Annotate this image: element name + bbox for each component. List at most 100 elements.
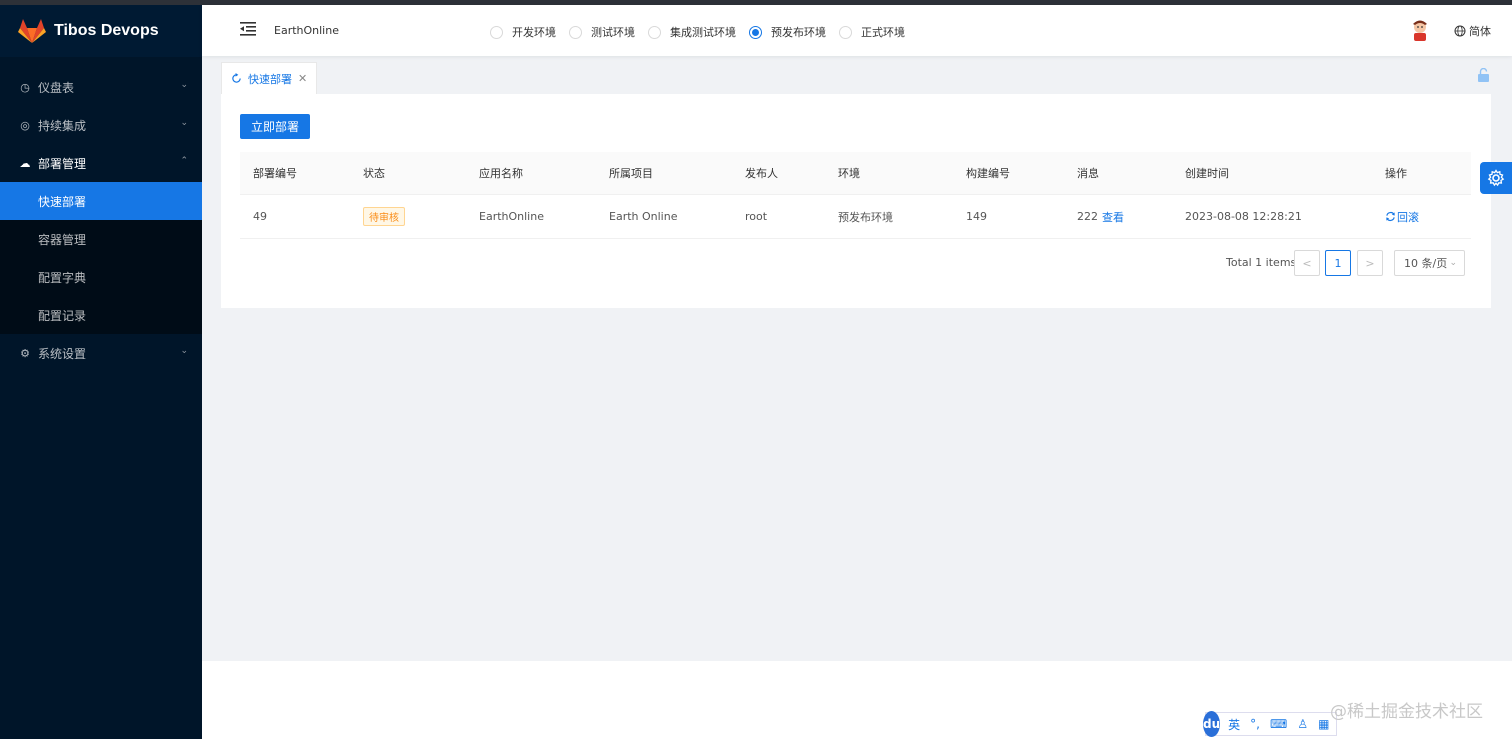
ime-lang[interactable]: 英 — [1228, 716, 1240, 733]
sidebar-item-label: 持续集成 — [38, 118, 87, 133]
radio-icon — [648, 25, 661, 39]
user-icon[interactable]: ♙ — [1297, 717, 1308, 731]
env-label: 集成测试环境 — [670, 26, 736, 39]
column-header-action: 操作 — [1385, 167, 1407, 180]
env-option-dev[interactable]: 开发环境 — [490, 24, 556, 40]
ci-icon: ◎ — [20, 118, 30, 132]
pagination-total: Total 1 items — [1226, 256, 1297, 269]
column-header-build: 构建编号 — [966, 167, 1010, 180]
settings-drawer-button[interactable] — [1480, 162, 1512, 194]
cell-status: 待审核 — [363, 195, 405, 238]
sidebar-item-label: 部署管理 — [38, 156, 87, 171]
radio-icon — [569, 25, 582, 39]
column-header-project: 所属项目 — [609, 167, 653, 180]
sidebar-item-config-dict[interactable]: 配置字典 — [0, 258, 202, 296]
language-label: 简体 — [1469, 25, 1491, 38]
dashboard-icon: ◷ — [20, 80, 30, 94]
ime-toolbar[interactable]: du 英 °, ⌨ ♙ ▦ — [1203, 711, 1337, 737]
table-header: 部署编号 状态 应用名称 所属项目 发布人 环境 构建编号 消息 创建时间 操作 — [240, 152, 1471, 195]
env-label: 测试环境 — [591, 26, 635, 39]
top-header: EarthOnline 开发环境 测试环境 集成测试环境 预发布环境 正式环境 — [202, 5, 1512, 56]
punctuation-icon[interactable]: °, — [1250, 717, 1260, 731]
gear-icon: ⚙ — [20, 346, 30, 360]
sidebar-item-label: 仪盘表 — [38, 80, 75, 95]
env-label: 正式环境 — [861, 26, 905, 39]
deploy-submenu: 快速部署 容器管理 配置字典 配置记录 — [0, 182, 202, 334]
page-button-current[interactable]: 1 — [1325, 250, 1351, 276]
env-label: 预发布环境 — [771, 26, 826, 39]
sync-icon — [1386, 211, 1395, 222]
watermark: @稀土掘金技术社区 — [1330, 702, 1483, 722]
rollback-button[interactable]: 回滚 — [1385, 209, 1419, 225]
reload-icon — [232, 73, 241, 83]
message-text: 222 — [1077, 210, 1098, 223]
keyboard-icon[interactable]: ⌨ — [1270, 717, 1287, 731]
column-header-app: 应用名称 — [479, 167, 523, 180]
view-message-link[interactable]: 查看 — [1102, 209, 1124, 225]
sidebar: Tibos Devops ◷ 仪盘表 ⌄ ◎ 持续集成 ⌄ ☁ 部署管理 ⌃ 快… — [0, 5, 202, 739]
deploy-table: 部署编号 状态 应用名称 所属项目 发布人 环境 构建编号 消息 创建时间 操作… — [240, 152, 1471, 239]
cell-project: Earth Online — [609, 210, 678, 223]
chevron-down-icon: ⌄ — [180, 80, 188, 90]
chevron-right-icon: > — [1365, 256, 1375, 270]
chevron-down-icon: ⌄ — [180, 346, 188, 356]
sidebar-item-settings[interactable]: ⚙ 系统设置 ⌄ — [0, 334, 202, 372]
env-option-test[interactable]: 测试环境 — [569, 24, 635, 40]
sidebar-item-config-records[interactable]: 配置记录 — [0, 296, 202, 334]
sidebar-item-deploy[interactable]: ☁ 部署管理 ⌃ — [0, 144, 202, 182]
sidebar-item-label: 系统设置 — [38, 346, 87, 361]
cell-message: 222 查看 — [1077, 195, 1124, 238]
chevron-down-icon: ⌄ — [1449, 258, 1457, 268]
env-option-production[interactable]: 正式环境 — [839, 24, 905, 40]
chevron-left-icon: < — [1302, 256, 1312, 270]
unlock-icon[interactable] — [1477, 68, 1490, 82]
table-row: 49 待审核 EarthOnline Earth Online root 预发布… — [240, 195, 1471, 239]
cell-build: 149 — [966, 210, 987, 223]
prev-page-button[interactable]: < — [1294, 250, 1320, 276]
radio-icon — [490, 25, 503, 39]
next-page-button[interactable]: > — [1357, 250, 1383, 276]
column-header-id: 部署编号 — [253, 167, 297, 180]
menu-fold-icon[interactable] — [240, 22, 256, 36]
project-name: EarthOnline — [274, 24, 339, 37]
sidebar-menu: ◷ 仪盘表 ⌄ ◎ 持续集成 ⌄ ☁ 部署管理 ⌃ 快速部署 容器管理 配置字典… — [0, 68, 202, 372]
column-header-status: 状态 — [363, 167, 385, 180]
cell-app: EarthOnline — [479, 210, 544, 223]
env-label: 开发环境 — [512, 26, 556, 39]
language-switch[interactable]: 简体 — [1454, 23, 1491, 39]
radio-icon — [839, 25, 852, 39]
env-option-integration[interactable]: 集成测试环境 — [648, 24, 736, 40]
column-header-publisher: 发布人 — [745, 167, 778, 180]
rollback-label: 回滚 — [1397, 210, 1419, 224]
env-radio-group: 开发环境 测试环境 集成测试环境 预发布环境 正式环境 — [490, 24, 918, 40]
sidebar-item-ci[interactable]: ◎ 持续集成 ⌄ — [0, 106, 202, 144]
column-header-created: 创建时间 — [1185, 167, 1229, 180]
sidebar-item-containers[interactable]: 容器管理 — [0, 220, 202, 258]
cell-env: 预发布环境 — [838, 210, 893, 224]
page-size-value: 10 条/页 — [1404, 257, 1448, 270]
deploy-now-button[interactable]: 立即部署 — [240, 114, 310, 139]
cell-action: 回滚 — [1385, 195, 1419, 238]
cloud-icon: ☁ — [19, 156, 31, 170]
content-card: 立即部署 部署编号 状态 应用名称 所属项目 发布人 环境 构建编号 消息 创建… — [221, 94, 1491, 308]
pagination: Total 1 items < 1 > 10 条/页 ⌄ — [221, 250, 1491, 276]
status-badge: 待审核 — [363, 207, 405, 226]
logo[interactable]: Tibos Devops — [0, 5, 202, 57]
tab-label: 快速部署 — [248, 72, 292, 86]
radio-checked-icon — [749, 25, 762, 39]
env-option-staging[interactable]: 预发布环境 — [749, 24, 826, 40]
page-size-select[interactable]: 10 条/页 ⌄ — [1394, 250, 1465, 276]
sidebar-item-dashboard[interactable]: ◷ 仪盘表 ⌄ — [0, 68, 202, 106]
logo-text: Tibos Devops — [54, 22, 159, 39]
avatar[interactable] — [1410, 19, 1430, 41]
grid-icon[interactable]: ▦ — [1318, 717, 1329, 731]
gitlab-fox-icon — [18, 19, 46, 43]
chevron-down-icon: ⌄ — [180, 118, 188, 128]
ime-logo: du — [1203, 711, 1221, 737]
cell-created: 2023-08-08 12:28:21 — [1185, 210, 1302, 223]
column-header-env: 环境 — [838, 167, 860, 180]
sidebar-item-quick-deploy[interactable]: 快速部署 — [0, 182, 202, 220]
tab-quick-deploy[interactable]: 快速部署 ✕ — [221, 62, 317, 94]
close-icon[interactable]: ✕ — [298, 72, 307, 85]
globe-icon — [1454, 25, 1466, 37]
